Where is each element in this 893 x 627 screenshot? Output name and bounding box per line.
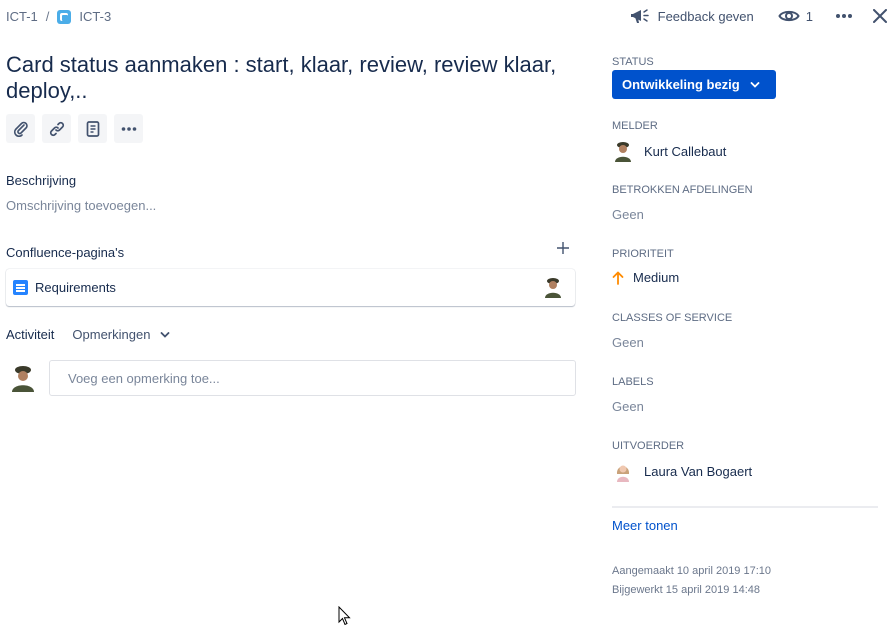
activity-header: Activiteit Opmerkingen: [6, 327, 170, 342]
avatar: [612, 460, 634, 482]
plus-icon: [557, 242, 569, 254]
status-value: Ontwikkeling bezig: [622, 77, 740, 92]
comment-input[interactable]: Voeg een opmerking toe...: [49, 360, 576, 396]
avatar: [612, 140, 634, 162]
updated-timestamp: Bijgewerkt 15 april 2019 14:48: [612, 584, 760, 596]
breadcrumb-parent-link[interactable]: ICT-1: [6, 9, 38, 24]
megaphone-icon: [630, 9, 649, 23]
link-issue-button[interactable]: [42, 114, 71, 143]
subtask-icon: [57, 9, 72, 24]
more-icon: [836, 14, 852, 18]
close-icon: [873, 9, 887, 23]
feedback-button[interactable]: Feedback geven: [630, 7, 754, 25]
labels-value[interactable]: Geen: [612, 399, 644, 414]
priority-value: Medium: [633, 270, 680, 285]
sidebar-divider: [612, 506, 878, 508]
cos-label: CLASSES OF SERVICE: [612, 312, 733, 324]
priority-label: PRIORITEIT: [612, 248, 674, 260]
confluence-page-item[interactable]: Requirements: [6, 269, 575, 306]
chevron-down-icon: [750, 81, 760, 88]
show-more-link[interactable]: Meer tonen: [612, 518, 678, 533]
priority-field[interactable]: Medium: [612, 270, 679, 285]
feedback-label: Feedback geven: [657, 8, 754, 24]
activity-filter-dropdown[interactable]: Opmerkingen: [72, 327, 170, 342]
comment-row: Voeg een opmerking toe...: [9, 360, 576, 396]
top-bar: ICT-1 / ICT-3 Feedback geven 1: [0, 0, 893, 32]
status-dropdown[interactable]: Ontwikkeling bezig: [612, 70, 776, 99]
close-button[interactable]: [873, 9, 887, 23]
reporter-label: MELDER: [612, 120, 658, 132]
status-label: STATUS: [612, 56, 654, 68]
add-page-button[interactable]: [78, 114, 107, 143]
avatar: [9, 364, 37, 397]
confluence-page-icon: [13, 280, 28, 295]
watch-count: 1: [805, 8, 813, 24]
confluence-header: Confluence-pagina's: [6, 241, 574, 262]
confluence-heading: Confluence-pagina's: [6, 245, 125, 260]
reporter-field[interactable]: Kurt Callebaut: [612, 140, 726, 162]
page-icon: [86, 120, 99, 137]
assignee-label: UITVOERDER: [612, 440, 685, 452]
labels-label: LABELS: [612, 376, 654, 388]
description-heading: Beschrijving: [6, 173, 77, 188]
breadcrumb: ICT-1 / ICT-3: [6, 9, 111, 24]
created-timestamp: Aangemaakt 10 april 2019 17:10: [612, 565, 772, 577]
issue-title[interactable]: Card status aanmaken : start, klaar, rev…: [6, 52, 566, 104]
cos-value[interactable]: Geen: [612, 335, 644, 350]
activity-filter-value: Opmerkingen: [72, 327, 151, 342]
more-actions-button[interactable]: [835, 13, 853, 19]
eye-icon: [778, 10, 800, 22]
assignee-name: Laura Van Bogaert: [644, 463, 753, 479]
departments-label: BETROKKEN AFDELINGEN: [612, 184, 753, 196]
assignee-field[interactable]: Laura Van Bogaert: [612, 460, 752, 482]
mouse-cursor-icon: [338, 606, 351, 626]
add-confluence-button[interactable]: [556, 241, 570, 260]
issue-toolbar: [6, 114, 150, 143]
reporter-name: Kurt Callebaut: [644, 143, 727, 159]
link-icon: [49, 121, 64, 136]
attachment-icon: [13, 121, 28, 137]
chevron-down-icon: [161, 331, 170, 338]
more-tools-button[interactable]: [114, 114, 143, 143]
more-icon: [121, 126, 136, 131]
top-actions: Feedback geven 1: [630, 4, 887, 28]
avatar: [542, 276, 564, 303]
description-input[interactable]: Omschrijving toevoegen...: [6, 198, 156, 213]
arrow-up-icon: [612, 271, 624, 285]
confluence-page-title: Requirements: [35, 280, 116, 295]
departments-value[interactable]: Geen: [612, 207, 644, 222]
attach-button[interactable]: [6, 114, 35, 143]
breadcrumb-current-link[interactable]: ICT-3: [79, 9, 111, 24]
breadcrumb-separator: /: [45, 9, 50, 24]
activity-heading: Activiteit: [6, 327, 55, 342]
watch-button[interactable]: 1: [778, 8, 813, 24]
